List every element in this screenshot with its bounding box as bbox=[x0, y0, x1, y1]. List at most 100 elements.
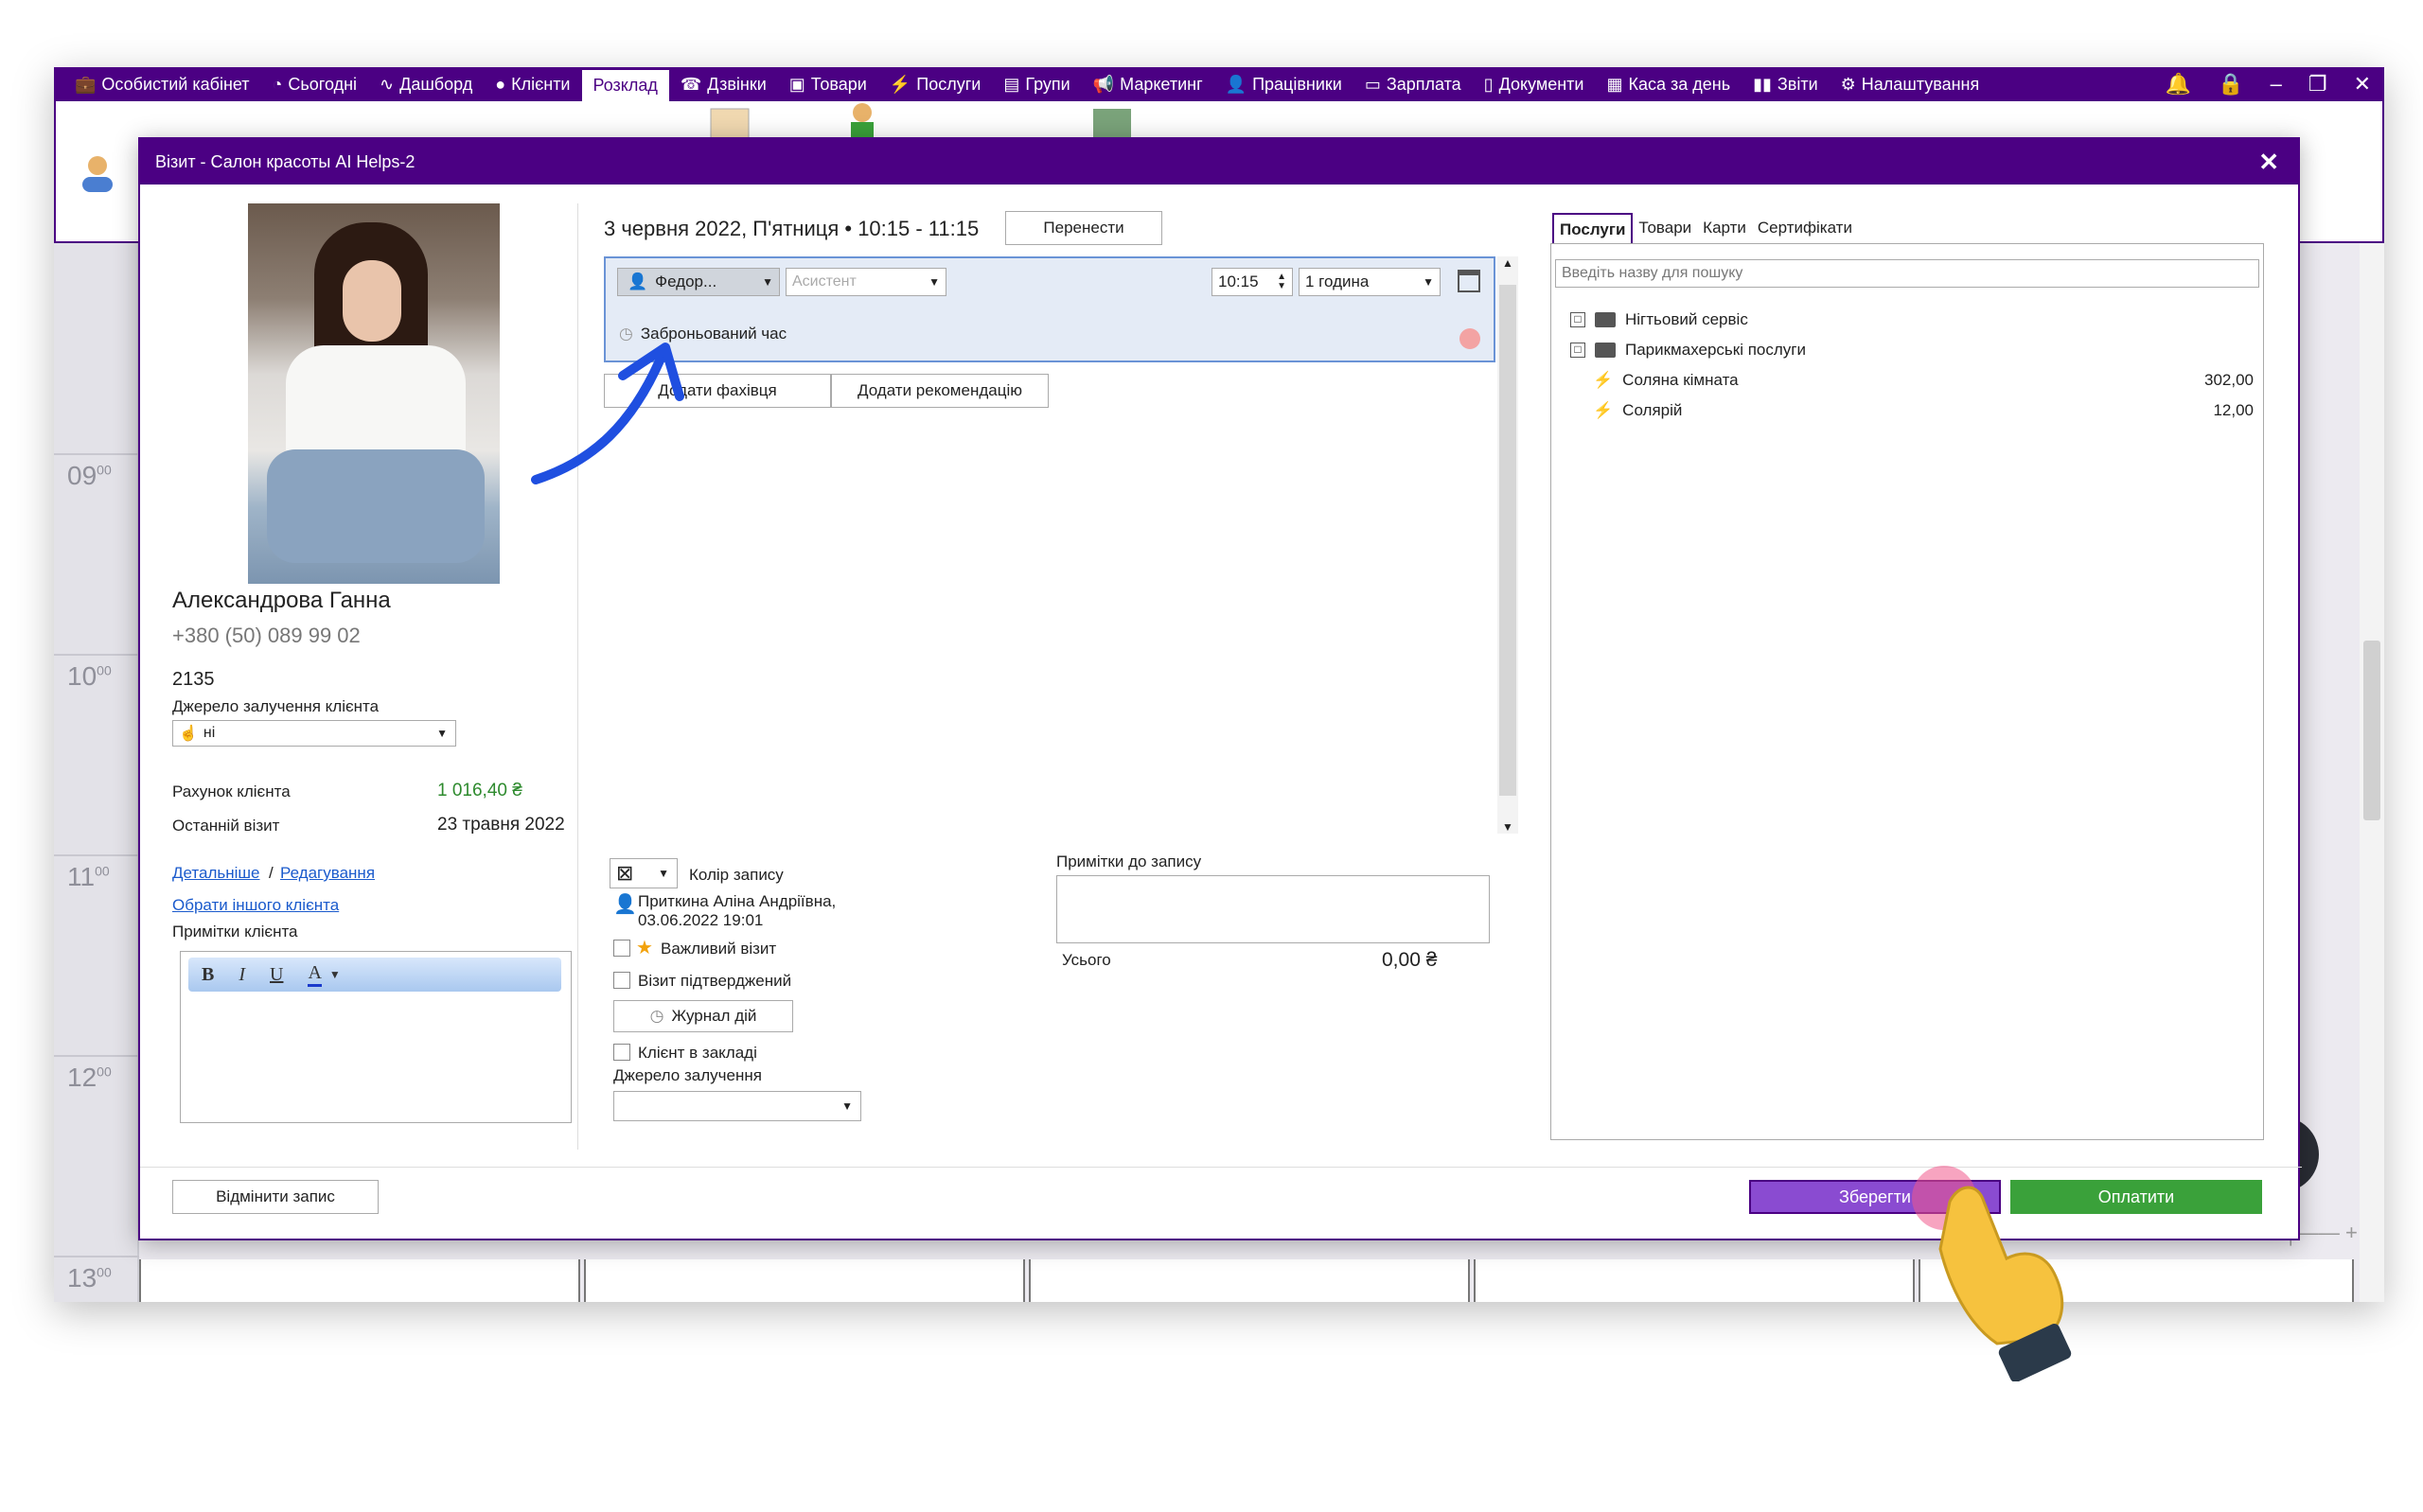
created-at: 03.06.2022 19:01 bbox=[638, 911, 764, 929]
time-stepper[interactable]: 10:15 ▲ ▼ bbox=[1212, 268, 1293, 296]
appointment-scrollbar[interactable]: ▲ ▼ bbox=[1497, 256, 1518, 834]
stepper-arrows-icon[interactable]: ▲ ▼ bbox=[1277, 273, 1286, 291]
nav-calls[interactable]: ☎ Дзвінки bbox=[669, 67, 778, 101]
client-source-label: Джерело залучення клієнта bbox=[172, 697, 380, 715]
tree-service[interactable]: ⚡ Солярій bbox=[1593, 401, 1682, 420]
total-label: Усього bbox=[1062, 951, 1111, 969]
nav-today[interactable]: ◔ Сьогодні bbox=[261, 67, 369, 101]
schedule-column[interactable] bbox=[139, 1259, 580, 1302]
record-notes-input[interactable] bbox=[1056, 875, 1490, 943]
nav-marketing[interactable]: 📢 Маркетинг bbox=[1082, 67, 1214, 101]
tab-certificates[interactable]: Сертифікати bbox=[1752, 213, 1858, 245]
chevron-down-icon: ▼ bbox=[762, 275, 773, 289]
nav-salary[interactable]: ▭ Зарплата bbox=[1353, 67, 1473, 101]
nav-cash[interactable]: ▦ Каса за день bbox=[1595, 67, 1742, 101]
chevron-down-icon: ▼ bbox=[436, 727, 448, 740]
details-link[interactable]: Детальніше bbox=[172, 864, 260, 883]
record-color-label: Колір запису bbox=[689, 866, 784, 884]
visit-confirmed-checkbox[interactable] bbox=[613, 972, 630, 989]
client-in-salon-label: Клієнт в закладі bbox=[638, 1044, 757, 1062]
font-color-icon[interactable]: A bbox=[308, 962, 322, 987]
underline-icon[interactable]: U bbox=[270, 964, 283, 986]
chevron-down-icon: ▼ bbox=[841, 1099, 853, 1113]
source-select[interactable]: ▼ bbox=[613, 1091, 861, 1121]
service-price: 12,00 bbox=[2213, 401, 2254, 419]
chevron-down-icon: ▼ bbox=[1423, 275, 1434, 289]
remove-icon[interactable] bbox=[1459, 328, 1480, 349]
record-color-select[interactable]: ⊠ ▼ bbox=[610, 858, 678, 888]
schedule-column[interactable] bbox=[1474, 1259, 1915, 1302]
nav-services[interactable]: ⚡ Послуги bbox=[878, 67, 993, 101]
close-icon[interactable]: ✕ bbox=[2354, 72, 2371, 97]
italic-icon[interactable]: I bbox=[239, 964, 245, 986]
tree-folder[interactable]: □ Парикмахерські послуги bbox=[1570, 341, 1806, 360]
duration-select[interactable]: 1 година ▼ bbox=[1299, 268, 1441, 296]
nav-employees[interactable]: 👤 Працівники bbox=[1214, 67, 1353, 101]
visit-dialog: Візит - Салон красоты AI Helps-2 ✕ Алекс… bbox=[138, 137, 2302, 1240]
top-navigation: 💼 Особистий кабінет ◔ Сьогодні ∿ Дашборд ● К… bbox=[54, 67, 2384, 101]
chevron-down-icon[interactable]: ▼ bbox=[329, 968, 341, 982]
tab-cards[interactable]: Карти bbox=[1697, 213, 1752, 245]
assistant-select[interactable]: Асистент ▼ bbox=[786, 268, 946, 296]
tree-service[interactable]: ⚡ Соляна кімната bbox=[1593, 371, 1739, 390]
total-value: 0,00 ₴ bbox=[1382, 949, 1438, 971]
money-icon: ▭ bbox=[1364, 74, 1381, 94]
move-button[interactable]: Перенести bbox=[1005, 211, 1162, 245]
document-icon: ▯ bbox=[1483, 74, 1494, 94]
nav-goods[interactable]: ▣ Товари bbox=[778, 67, 878, 101]
nav-documents[interactable]: ▯ Документи bbox=[1473, 67, 1596, 101]
add-recommendation-button[interactable]: Додати рекомендацію bbox=[831, 374, 1049, 408]
schedule-column[interactable] bbox=[1029, 1259, 1470, 1302]
cancel-record-button[interactable]: Відмінити запис bbox=[172, 1180, 379, 1214]
edit-link[interactable]: Редагування bbox=[280, 864, 375, 883]
specialist-select[interactable]: 👤 Федор... ▼ bbox=[617, 268, 780, 296]
client-in-salon-checkbox[interactable] bbox=[613, 1044, 630, 1061]
client-notes-editor[interactable]: B I U A ▼ bbox=[180, 951, 572, 1123]
tree-folder[interactable]: □ Нігтьовий сервіс bbox=[1570, 310, 1748, 329]
nav-reports[interactable]: ▮▮ Звіти bbox=[1742, 67, 1830, 101]
journal-button[interactable]: ◷ Журнал дій bbox=[613, 1000, 793, 1032]
bell-icon[interactable]: 🔔 bbox=[2166, 72, 2191, 97]
appointment-datetime: 3 червня 2022, П'ятниця • 10:15 - 11:15 bbox=[604, 217, 980, 240]
schedule-scrollbar[interactable] bbox=[2360, 243, 2384, 1302]
bold-icon[interactable]: B bbox=[202, 964, 214, 986]
expand-icon[interactable]: □ bbox=[1570, 343, 1585, 358]
client-account-label: Рахунок клієнта bbox=[172, 782, 291, 800]
box-icon: ▣ bbox=[788, 74, 805, 94]
restore-icon[interactable]: ❐ bbox=[2308, 72, 2327, 97]
schedule-column[interactable] bbox=[584, 1259, 1025, 1302]
nav-clients[interactable]: ● Клієнти bbox=[484, 67, 581, 101]
window-controls: 🔔 🔒 – ❐ ✕ bbox=[2166, 72, 2384, 97]
minimize-icon[interactable]: – bbox=[2271, 72, 2282, 97]
calculator-icon: ▦ bbox=[1606, 74, 1623, 94]
dialog-close-icon[interactable]: ✕ bbox=[2258, 148, 2279, 177]
nav-groups[interactable]: ▤ Групи bbox=[992, 67, 1081, 101]
checkbox-x-icon: ⊠ bbox=[616, 861, 634, 885]
choose-other-client-link[interactable]: Обрати іншого клієнта bbox=[172, 896, 339, 915]
lightning-icon: ⚡ bbox=[1593, 371, 1614, 389]
record-notes-label: Примітки до запису bbox=[1056, 853, 1202, 870]
nav-dashboard[interactable]: ∿ Дашборд bbox=[368, 67, 484, 101]
nav-schedule[interactable]: Розклад bbox=[581, 67, 669, 101]
nav-settings[interactable]: ⚙ Налаштування bbox=[1830, 67, 1991, 101]
scrollbar-thumb[interactable] bbox=[2363, 641, 2380, 820]
calendar-icon[interactable] bbox=[1458, 270, 1480, 292]
lock-icon[interactable]: 🔒 bbox=[2218, 72, 2243, 97]
important-visit-checkbox[interactable] bbox=[613, 940, 630, 957]
expand-icon[interactable]: □ bbox=[1570, 312, 1585, 327]
chevron-down-icon: ▼ bbox=[658, 867, 669, 880]
scrollbar-thumb[interactable] bbox=[1499, 285, 1516, 796]
tab-services[interactable]: Послуги bbox=[1552, 213, 1634, 245]
tutorial-arrow-icon bbox=[531, 343, 684, 484]
time-column: 0900 1000 1100 1200 1300 bbox=[54, 243, 139, 1302]
person-icon: 👤 bbox=[628, 273, 648, 290]
tab-goods[interactable]: Товари bbox=[1633, 213, 1697, 245]
nav-cabinet[interactable]: 💼 Особистий кабінет bbox=[63, 67, 261, 101]
user-icon bbox=[82, 156, 113, 192]
person-icon: 👤 bbox=[613, 894, 637, 915]
services-tabs: Послуги Товари Карти Сертифікати bbox=[1552, 213, 1858, 245]
service-search-input[interactable]: Введіть назву для пошуку bbox=[1555, 259, 2259, 288]
person-icon: 👤 bbox=[1225, 74, 1247, 94]
appointment-card: 👤 Федор... ▼ Асистент ▼ 10:15 ▲ ▼ 1 годин… bbox=[604, 256, 1495, 362]
client-source-select[interactable]: ☝ ні ▼ bbox=[172, 720, 456, 747]
